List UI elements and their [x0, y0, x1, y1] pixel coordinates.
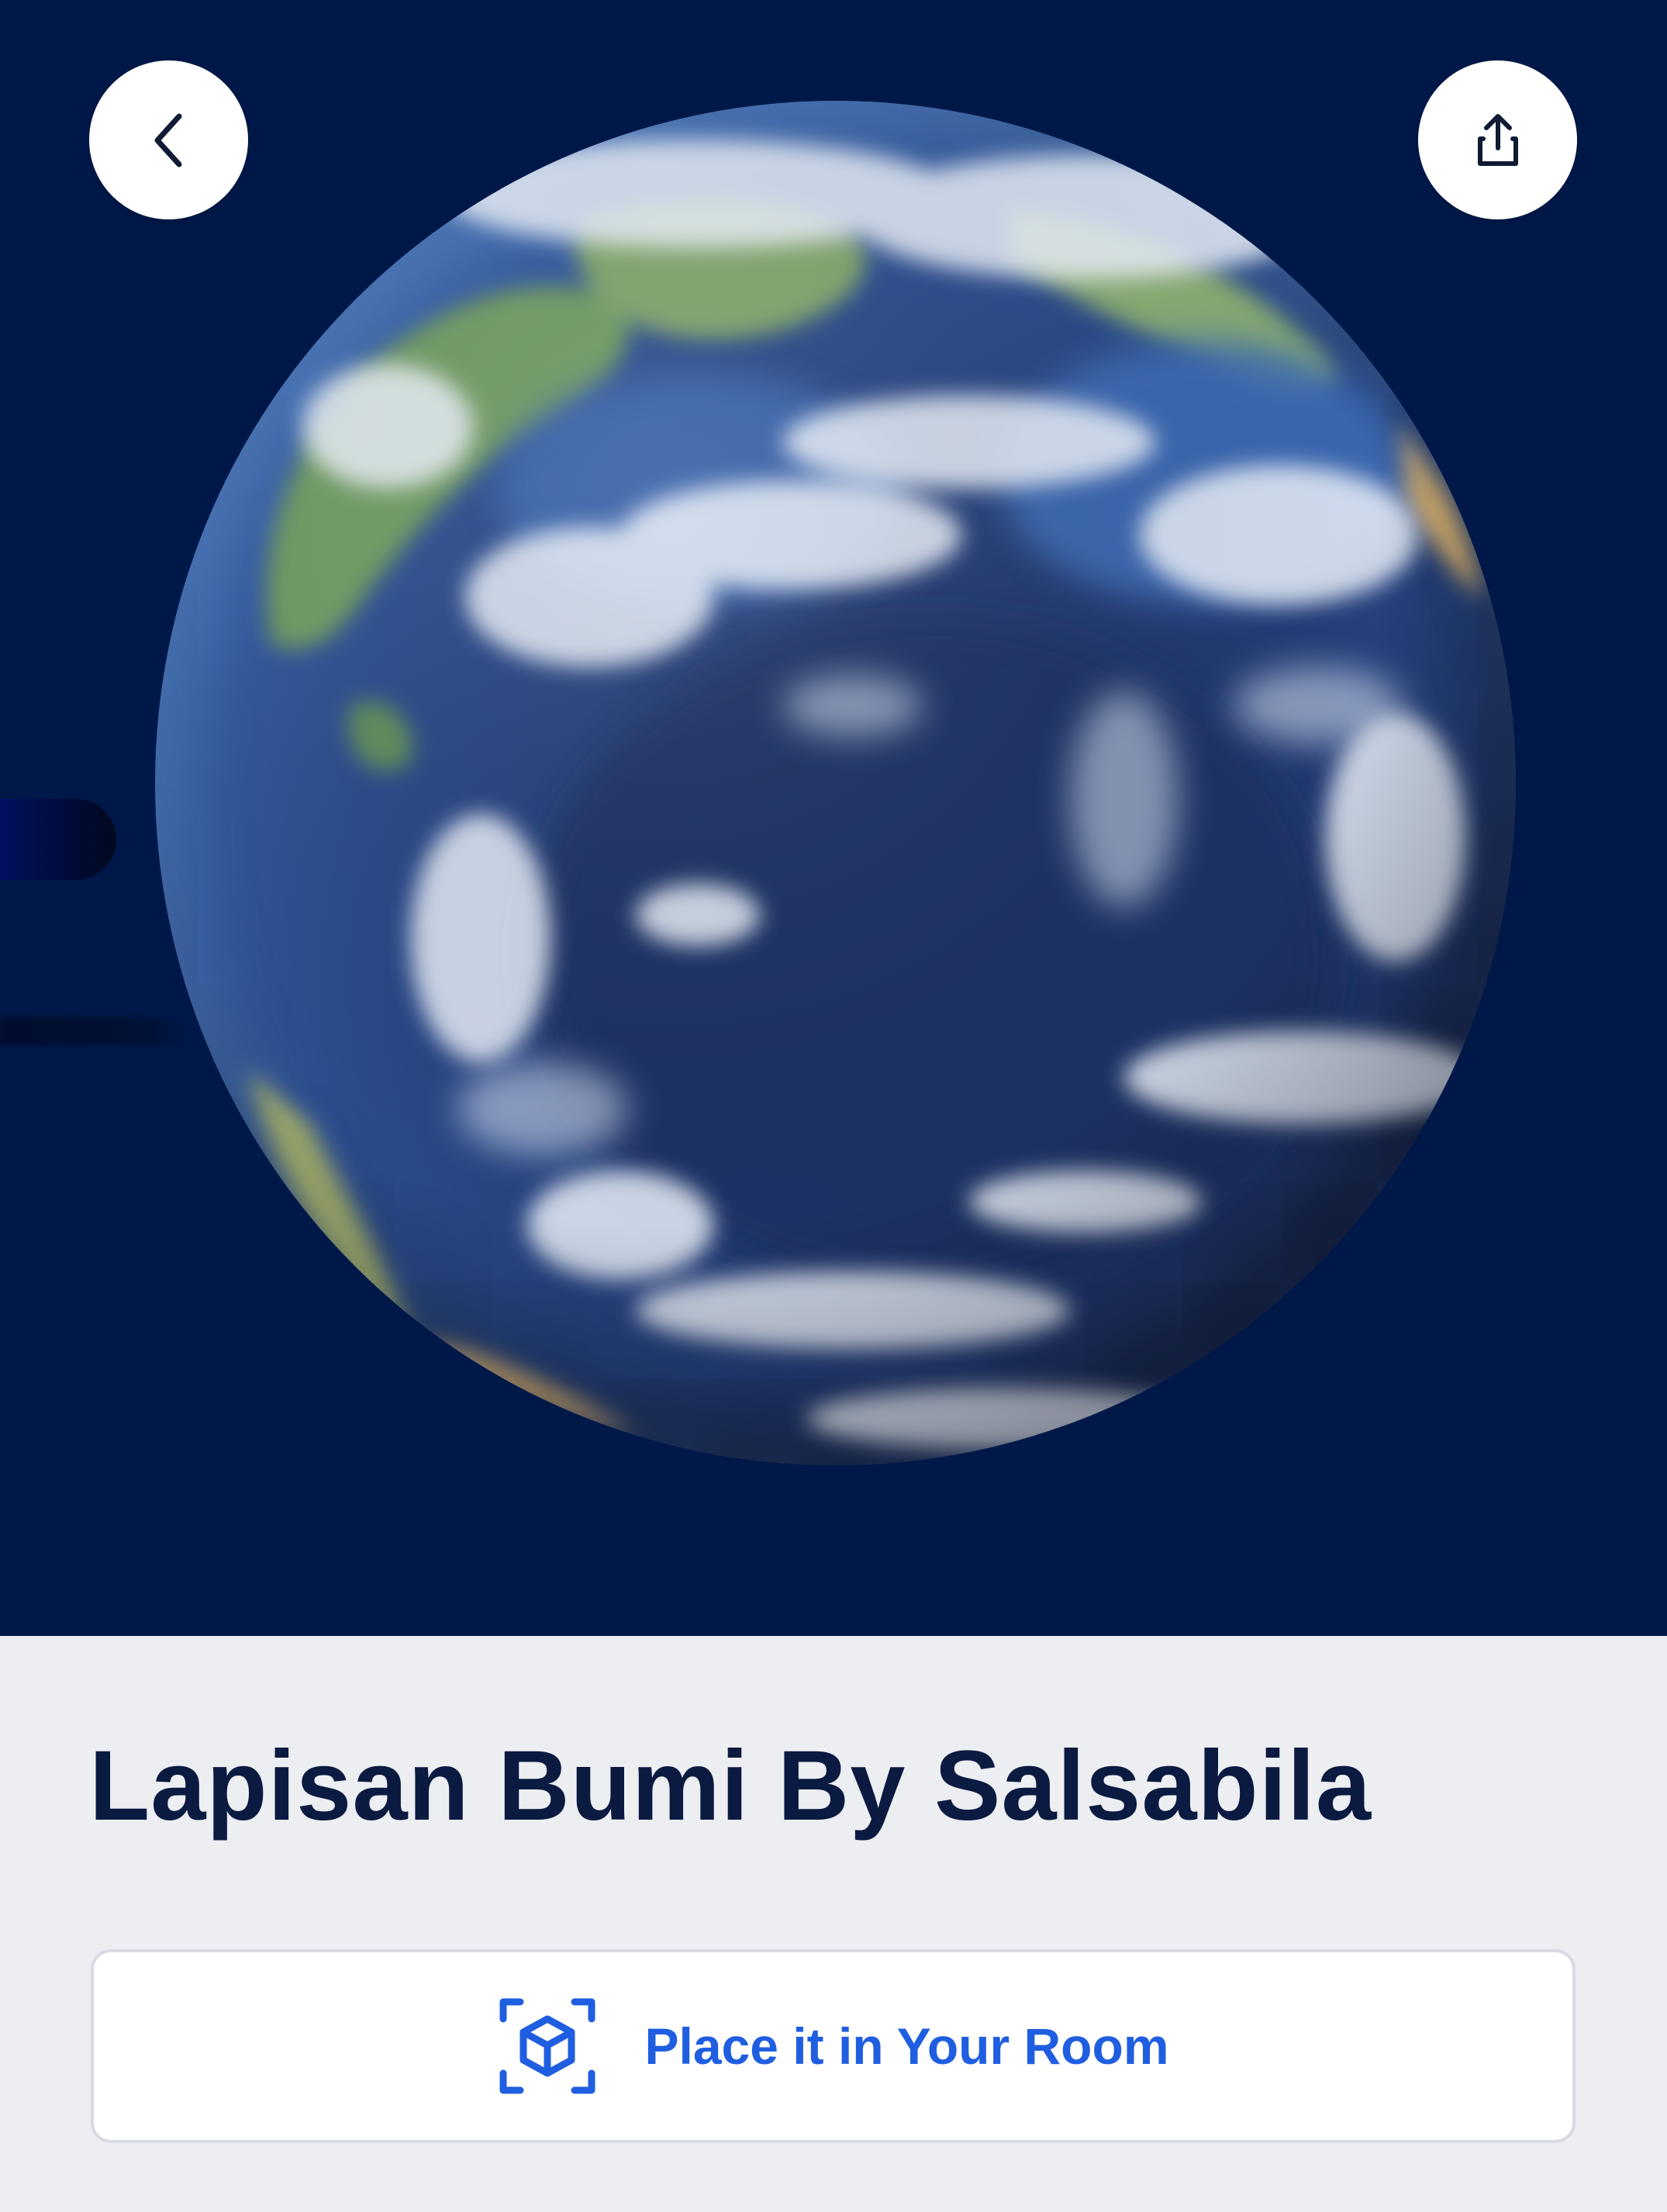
3d-model-viewer[interactable]	[0, 0, 1667, 1636]
place-in-room-label: Place it in Your Room	[644, 2017, 1169, 2075]
share-button[interactable]	[1418, 60, 1577, 219]
viewer-side-element	[0, 799, 116, 880]
earth-texture	[155, 101, 1516, 1465]
back-button[interactable]	[89, 60, 248, 219]
share-upload-icon	[1477, 113, 1518, 166]
place-in-room-button[interactable]: Place it in Your Room	[91, 1949, 1576, 2143]
earth-globe-model[interactable]	[155, 101, 1516, 1465]
model-detail-screen: Lapisan Bumi By Salsabila Place it in Yo…	[0, 0, 1667, 2212]
model-title: Lapisan Bumi By Salsabila	[89, 1731, 1372, 1841]
ar-cube-icon	[497, 1996, 598, 2096]
chevron-left-icon	[154, 113, 181, 167]
